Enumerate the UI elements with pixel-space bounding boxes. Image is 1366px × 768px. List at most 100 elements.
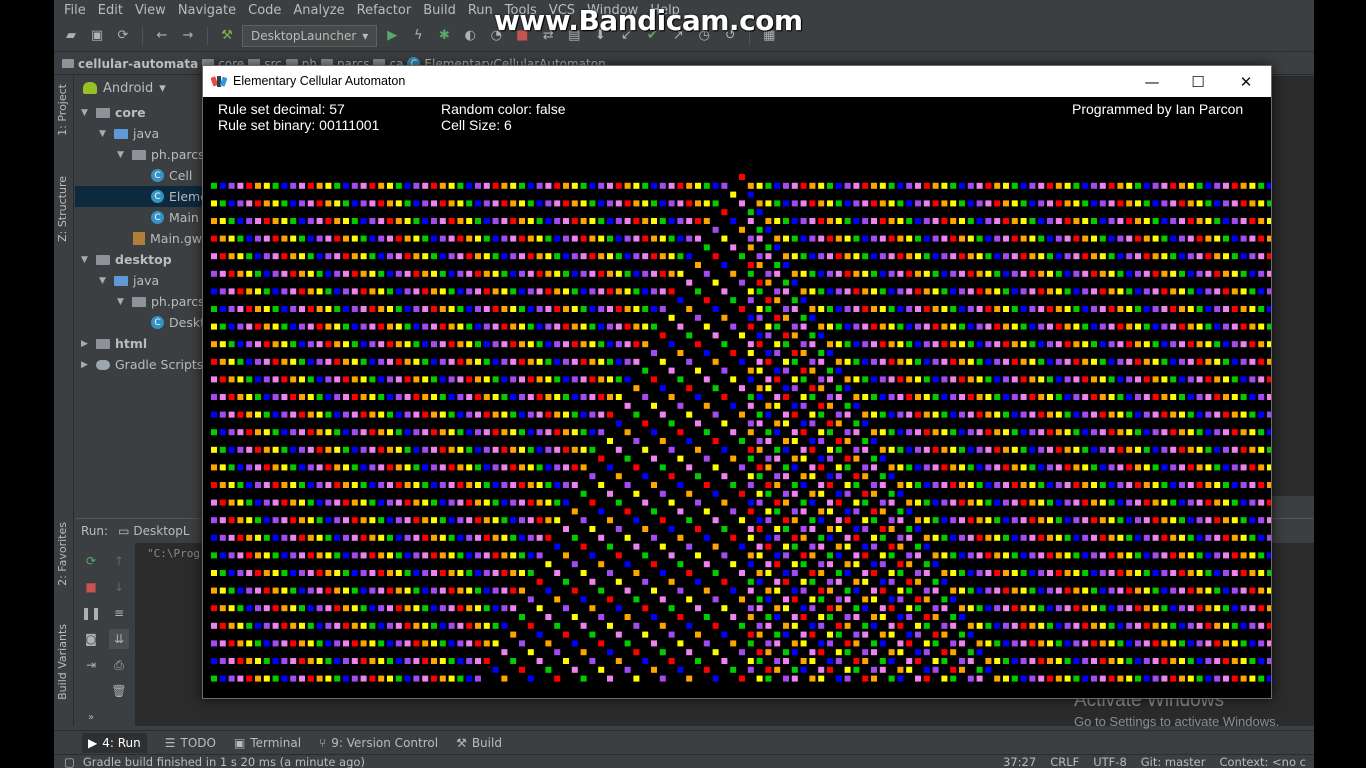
tree-item-html[interactable]: ▶ html <box>81 333 147 354</box>
menu-analyze[interactable]: Analyze <box>287 3 350 18</box>
automaton-cell <box>1205 570 1212 576</box>
automaton-cell <box>941 499 948 506</box>
tab-build[interactable]: ⚒ Build <box>456 736 502 750</box>
more-icon[interactable]: » <box>81 707 101 727</box>
back-icon[interactable]: ← <box>151 25 173 47</box>
expand-arrow-icon[interactable]: ▼ <box>81 255 91 265</box>
automaton-cell <box>413 622 420 629</box>
menu-file[interactable]: File <box>58 3 92 18</box>
tree-item-main-gwt[interactable]: Main.gw <box>133 228 202 249</box>
scroll-to-end-icon[interactable]: ⇊ <box>109 629 129 649</box>
open-folder-icon[interactable]: ▰ <box>60 25 82 47</box>
menu-navigate[interactable]: Navigate <box>172 3 242 18</box>
automaton-cell <box>809 649 816 656</box>
save-icon[interactable]: ▣ <box>86 25 108 47</box>
automaton-cell <box>844 385 851 392</box>
print-icon[interactable]: ⎙ <box>109 655 129 675</box>
maximize-button[interactable]: ☐ <box>1175 66 1221 97</box>
tab-build-variants[interactable]: Build Variants <box>56 624 69 700</box>
soft-wrap-icon[interactable]: ≡ <box>109 603 129 623</box>
menu-build[interactable]: Build <box>417 3 462 18</box>
sync-icon[interactable]: ⟳ <box>112 25 134 47</box>
tree-item-main[interactable]: C Main <box>151 207 199 228</box>
menu-refactor[interactable]: Refactor <box>351 3 418 18</box>
line-separator[interactable]: CRLF <box>1050 755 1079 768</box>
camera-icon[interactable]: ◙ <box>81 629 101 649</box>
expand-arrow-icon[interactable]: ▼ <box>81 108 91 118</box>
expand-arrow-icon[interactable]: ▼ <box>117 297 127 307</box>
automaton-cell <box>923 614 930 620</box>
automaton-cell <box>1011 640 1018 647</box>
stop-icon[interactable]: ■ <box>81 577 101 597</box>
automaton-cell <box>422 622 429 629</box>
tab-terminal[interactable]: ▣ Terminal <box>234 736 301 750</box>
automaton-cell <box>316 499 323 506</box>
tree-item-desktop[interactable]: ▼ desktop <box>81 249 172 270</box>
automaton-cell <box>695 288 701 295</box>
run-icon[interactable]: ▶ <box>381 25 403 47</box>
make-project-icon[interactable]: ⚒ <box>216 25 238 47</box>
tree-item-cell[interactable]: C Cell <box>151 165 192 186</box>
automaton-cell <box>774 367 781 374</box>
arrow-down-icon[interactable]: ↓ <box>109 577 129 597</box>
tree-item-java[interactable]: ▼ java <box>99 270 159 291</box>
tab-favorites[interactable]: 2: Favorites <box>56 522 69 586</box>
menu-edit[interactable]: Edit <box>92 3 129 18</box>
expand-arrow-icon[interactable]: ▼ <box>99 129 109 139</box>
automaton-cell <box>1055 605 1062 612</box>
rerun-icon[interactable]: ⟳ <box>81 551 101 571</box>
tab-structure[interactable]: Z: Structure <box>56 176 69 242</box>
automaton-cell <box>246 200 253 207</box>
menu-view[interactable]: View <box>129 3 172 18</box>
automaton-cell <box>237 411 244 418</box>
debug-icon[interactable]: ✱ <box>433 25 455 47</box>
automaton-cell <box>1108 605 1115 612</box>
trash-icon[interactable]: 🗑 <box>109 681 129 701</box>
tree-item-core[interactable]: ▼ core <box>81 102 146 123</box>
expand-arrow-icon[interactable]: ▶ <box>81 360 91 370</box>
breadcrumb-item[interactable]: cellular-automata <box>62 57 198 71</box>
pause-icon[interactable]: ❚❚ <box>81 603 101 623</box>
automaton-cell <box>598 270 605 277</box>
automaton-cell <box>747 341 754 348</box>
automaton-cell <box>1205 358 1212 365</box>
automaton-cell <box>281 411 288 418</box>
caret-position[interactable]: 37:27 <box>1003 755 1036 768</box>
file-encoding[interactable]: UTF-8 <box>1093 755 1127 768</box>
apply-changes-icon[interactable]: ϟ <box>407 25 429 47</box>
automaton-cell <box>1011 622 1018 629</box>
tree-item-desktop-launcher[interactable]: C Deskt <box>151 312 205 333</box>
forward-icon[interactable]: → <box>177 25 199 47</box>
automaton-cell <box>527 235 534 242</box>
automaton-cell <box>1126 587 1133 594</box>
arrow-up-icon[interactable]: ↑ <box>109 551 129 571</box>
run-tab[interactable]: ▭ DesktopL <box>118 524 190 538</box>
automaton-cell <box>721 446 728 453</box>
status-toggle-icon[interactable]: ▢ <box>64 755 75 768</box>
tree-item-gradle[interactable]: ▶ Gradle Scripts <box>81 354 203 375</box>
automaton-cell <box>501 570 508 576</box>
run-configuration-select[interactable]: DesktopLauncher ▾ <box>242 24 378 47</box>
expand-arrow-icon[interactable]: ▶ <box>81 339 91 349</box>
profile-icon[interactable]: ◐ <box>459 25 481 47</box>
menu-code[interactable]: Code <box>242 3 287 18</box>
tree-item-package[interactable]: ▼ ph.parcs <box>117 144 205 165</box>
automaton-cell <box>1249 306 1256 312</box>
expand-arrow-icon[interactable]: ▼ <box>117 150 127 160</box>
automaton-canvas[interactable]: Rule set decimal: 57 Rule set binary: 00… <box>203 97 1271 698</box>
window-title-bar[interactable]: Elementary Cellular Automaton — ☐ ✕ <box>203 66 1271 97</box>
automaton-cell <box>1099 534 1106 541</box>
automaton-cell <box>1020 235 1027 242</box>
tree-item-java[interactable]: ▼ java <box>99 123 159 144</box>
tab-run[interactable]: ▶ 4: Run <box>82 732 147 753</box>
automaton-cell <box>1099 517 1106 524</box>
tab-version-control[interactable]: ⑂ 9: Version Control <box>319 736 438 750</box>
tab-project[interactable]: 1: Project <box>56 84 69 136</box>
close-button[interactable]: ✕ <box>1223 66 1269 97</box>
git-branch[interactable]: Git: master <box>1141 755 1206 768</box>
exit-icon[interactable]: ⇥ <box>81 655 101 675</box>
tab-todo[interactable]: ☰ TODO <box>165 736 216 750</box>
minimize-button[interactable]: — <box>1129 66 1175 97</box>
expand-arrow-icon[interactable]: ▼ <box>99 276 109 286</box>
tree-item-package[interactable]: ▼ ph.parcs <box>117 291 205 312</box>
